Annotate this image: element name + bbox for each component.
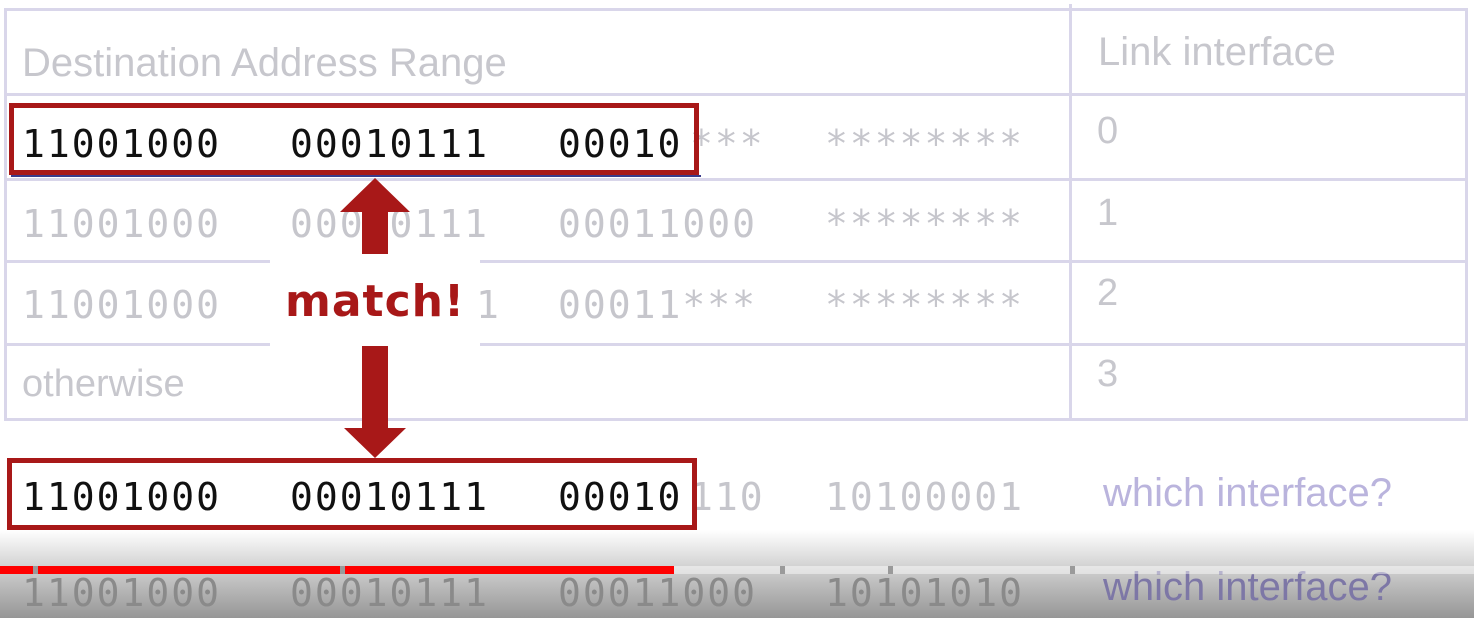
chapter-gap bbox=[340, 566, 345, 574]
chapter-gap bbox=[780, 566, 785, 574]
chapter-gap bbox=[1070, 566, 1075, 574]
row3-interface: 3 bbox=[1097, 353, 1119, 395]
row2-byte1: 11001000 bbox=[22, 283, 222, 327]
table-border-top bbox=[4, 8, 1468, 11]
header-destination-range: Destination Address Range bbox=[22, 41, 507, 85]
table-divider-row2 bbox=[4, 260, 270, 263]
row1-byte1: 11001000 bbox=[22, 202, 222, 246]
matched-entry-highlight bbox=[9, 103, 699, 175]
table-column-divider bbox=[1069, 4, 1072, 418]
row1-byte4: ******** bbox=[825, 202, 1025, 246]
chapter-gap bbox=[33, 566, 38, 574]
table-border-left bbox=[4, 8, 7, 421]
query0-question: which interface? bbox=[1103, 471, 1393, 515]
match-label: match! bbox=[285, 276, 466, 327]
table-divider-row3b bbox=[480, 343, 1468, 346]
query1-byte3: 00011000 bbox=[558, 571, 758, 615]
query1-byte4: 10101010 bbox=[825, 571, 1025, 615]
chapter-gap bbox=[888, 566, 893, 574]
table-divider-row1 bbox=[4, 178, 1468, 181]
progress-played bbox=[0, 566, 674, 574]
arrow-up-icon bbox=[340, 178, 410, 254]
row2-byte3: 00011*** bbox=[558, 283, 758, 327]
row1-interface: 1 bbox=[1097, 192, 1119, 234]
row0-byte3-rest: *** bbox=[690, 122, 765, 166]
row0-byte4: ******** bbox=[825, 122, 1025, 166]
query0-byte4: 10100001 bbox=[825, 475, 1025, 519]
table-divider-header bbox=[4, 93, 1468, 96]
row1-byte3: 00011000 bbox=[558, 202, 758, 246]
video-progress-bar[interactable] bbox=[0, 566, 1474, 574]
row2-byte4: ******** bbox=[825, 283, 1025, 327]
row3-otherwise: otherwise bbox=[22, 363, 185, 405]
table-border-right bbox=[1465, 8, 1468, 421]
arrow-down-icon bbox=[344, 346, 406, 458]
query1-byte1: 11001000 bbox=[22, 571, 222, 615]
row0-interface: 0 bbox=[1097, 110, 1119, 152]
table-border-bottom bbox=[4, 418, 1468, 421]
row2-interface: 2 bbox=[1097, 272, 1119, 314]
query-match-highlight bbox=[7, 458, 697, 530]
table-divider-row3 bbox=[4, 343, 270, 346]
query0-byte3-rest: 110 bbox=[690, 475, 765, 519]
query1-byte2: 00010111 bbox=[290, 571, 490, 615]
table-divider-row2b bbox=[480, 260, 1468, 263]
header-link-interface: Link interface bbox=[1098, 30, 1336, 74]
